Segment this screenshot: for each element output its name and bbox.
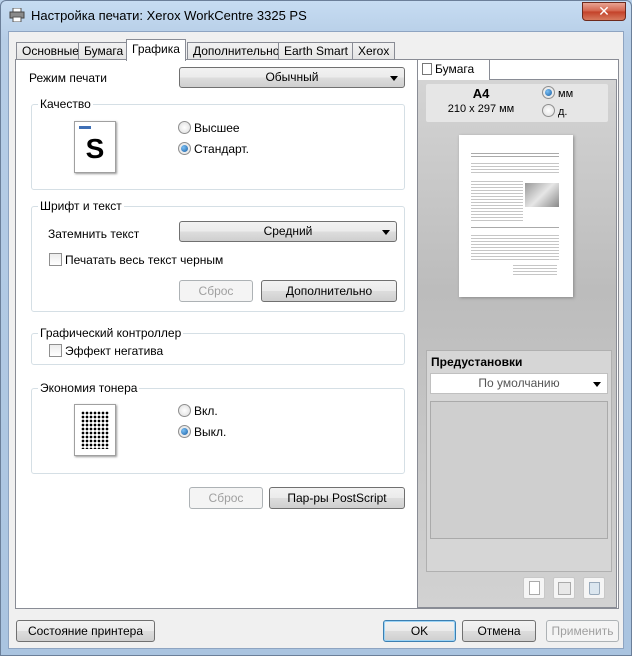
presets-select[interactable]: По умолчанию <box>430 373 608 394</box>
quality-best-radio[interactable]: Высшее <box>178 121 240 135</box>
tab-xerox[interactable]: Xerox <box>352 42 396 60</box>
radio-icon <box>542 104 555 117</box>
darken-text-label: Затемнить текст <box>48 227 140 241</box>
paper-size-box: A4 210 x 297 мм мм д. <box>426 84 608 122</box>
tab-earth-smart[interactable]: Earth Smart <box>278 42 355 60</box>
paper-preview-tab[interactable]: Бумага <box>417 59 490 80</box>
graphic-controller-title: Графический контроллер <box>38 326 184 340</box>
page-preview <box>459 135 573 297</box>
presets-box: Предустановки По умолчанию <box>426 350 612 572</box>
printer-status-button[interactable]: Состояние принтера <box>16 620 155 642</box>
window-title: Настройка печати: Xerox WorkCentre 3325 … <box>31 8 307 23</box>
checkbox-icon <box>49 344 62 357</box>
chevron-down-icon <box>593 382 601 387</box>
sample-image-icon <box>525 183 559 207</box>
radio-selected-icon <box>178 425 191 438</box>
print-settings-window: Настройка печати: Xerox WorkCentre 3325 … <box>0 0 632 656</box>
radio-icon <box>178 404 191 417</box>
presets-list[interactable] <box>430 401 608 539</box>
chevron-down-icon <box>382 230 390 235</box>
delete-preset-icon[interactable] <box>583 577 605 599</box>
print-black-text-checkbox[interactable]: Печатать весь текст черным <box>49 253 223 267</box>
unit-mm-label: мм <box>558 88 574 100</box>
quality-group: Качество S Высшее Стандарт. <box>31 97 405 190</box>
toner-off-label: Выкл. <box>194 425 227 439</box>
quality-standard-radio[interactable]: Стандарт. <box>178 142 249 156</box>
font-text-title: Шрифт и текст <box>38 199 124 213</box>
negative-effect-checkbox[interactable]: Эффект негатива <box>49 344 163 358</box>
save-preset-icon[interactable] <box>553 577 575 599</box>
print-mode-select[interactable]: Обычный <box>179 67 405 88</box>
presets-value: По умолчанию <box>478 376 560 390</box>
tab-basic[interactable]: Основные <box>16 42 85 60</box>
print-mode-label: Режим печати <box>29 71 107 85</box>
page-icon <box>422 63 432 75</box>
quality-standard-label: Стандарт. <box>194 142 249 156</box>
toner-preview-icon <box>74 404 116 456</box>
toner-on-radio[interactable]: Вкл. <box>178 404 218 418</box>
ok-button[interactable]: OK <box>383 620 456 642</box>
unit-inch-label: д. <box>558 106 568 118</box>
tab-graphics[interactable]: Графика <box>126 39 186 61</box>
close-button[interactable]: ✕ <box>582 2 626 21</box>
paper-dimensions: 210 x 297 мм <box>447 103 515 115</box>
new-preset-icon[interactable] <box>523 577 545 599</box>
title-bar: Настройка печати: Xerox WorkCentre 3325 … <box>1 1 631 31</box>
font-advanced-button[interactable]: Дополнительно <box>261 280 397 302</box>
quality-best-label: Высшее <box>194 121 240 135</box>
paper-size: A4 <box>472 86 490 101</box>
font-reset-button[interactable]: Сброс <box>179 280 253 302</box>
unit-mm-radio[interactable]: мм <box>542 86 573 100</box>
checkbox-icon <box>49 253 62 266</box>
dialog-body: Основные Бумага Графика Дополнительно Ea… <box>8 31 624 649</box>
postscript-options-button[interactable]: Пар-ры PostScript <box>269 487 405 509</box>
paper-preview-panel: Бумага A4 210 x 297 мм мм д. Предустанов… <box>417 59 617 609</box>
apply-button[interactable]: Применить <box>546 620 619 642</box>
toner-on-label: Вкл. <box>194 404 218 418</box>
graphic-controller-group: Графический контроллер Эффект негатива <box>31 326 405 365</box>
font-text-group: Шрифт и текст Затемнить текст Средний Пе… <box>31 199 405 312</box>
presets-title: Предустановки <box>431 355 523 369</box>
toner-save-title: Экономия тонера <box>38 381 140 395</box>
unit-inch-radio[interactable]: д. <box>542 104 567 118</box>
toner-save-group: Экономия тонера Вкл. Выкл. <box>31 381 405 474</box>
print-mode-value: Обычный <box>265 70 319 84</box>
paper-preview-area: A4 210 x 297 мм мм д. Предустановки По у… <box>417 79 617 608</box>
darken-text-value: Средний <box>263 224 313 238</box>
chevron-down-icon <box>390 76 398 81</box>
quality-thumb-letter: S <box>85 133 105 164</box>
darken-text-select[interactable]: Средний <box>179 221 397 242</box>
quality-title: Качество <box>38 97 93 111</box>
print-black-text-label: Печатать весь текст черным <box>65 253 224 267</box>
reset-button[interactable]: Сброс <box>189 487 263 509</box>
quality-preview-icon: S <box>74 121 116 173</box>
toner-off-radio[interactable]: Выкл. <box>178 425 226 439</box>
printer-icon <box>9 8 25 22</box>
radio-icon <box>178 121 191 134</box>
cancel-button[interactable]: Отмена <box>462 620 536 642</box>
radio-selected-icon <box>542 86 555 99</box>
tab-advanced[interactable]: Дополнительно <box>187 42 286 60</box>
paper-preview-tab-label: Бумага <box>435 62 475 76</box>
radio-selected-icon <box>178 142 191 155</box>
negative-effect-label: Эффект негатива <box>65 344 164 358</box>
tab-paper[interactable]: Бумага <box>78 42 130 60</box>
